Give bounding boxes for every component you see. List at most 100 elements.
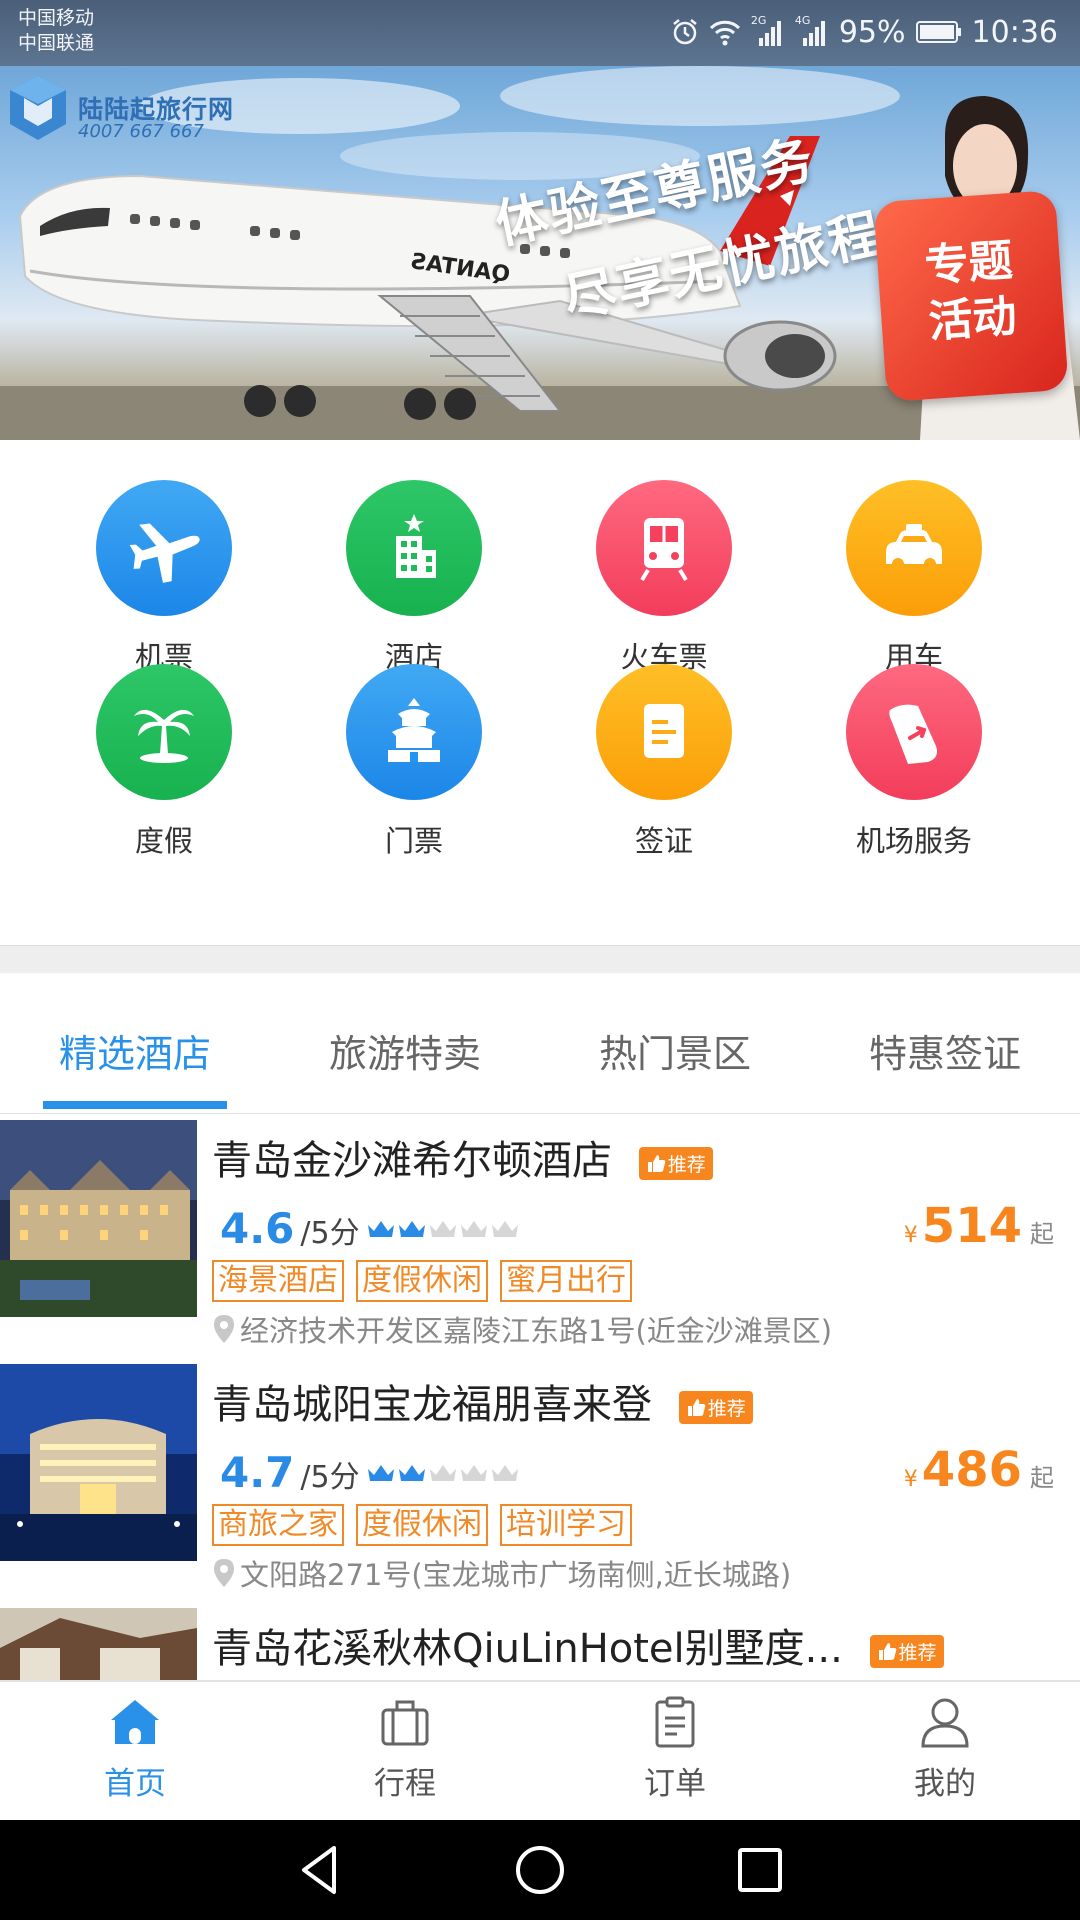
- nav-label: 首页: [104, 1766, 166, 1802]
- category-train[interactable]: 火车票: [539, 440, 789, 674]
- special-topic-badge[interactable]: 专题 活动: [873, 189, 1069, 403]
- tab-featured-hotels[interactable]: 精选酒店: [0, 1023, 270, 1078]
- train-icon: [596, 480, 732, 616]
- hotel-tags: 海景酒店 度假休闲 蜜月出行: [212, 1260, 632, 1302]
- battery-icon: [915, 21, 961, 43]
- address-text: 经济技术开发区嘉陵江东路1号(近金沙滩景区): [240, 1314, 833, 1348]
- crown-icon: [398, 1464, 425, 1481]
- hotel-tags: 商旅之家 度假休闲 培训学习: [212, 1504, 632, 1546]
- recent-apps-icon[interactable]: [730, 1840, 790, 1900]
- active-tab-indicator: [43, 1101, 227, 1109]
- crown-icon: [491, 1220, 518, 1237]
- airport-service-icon: [846, 664, 982, 800]
- tab-popular-attractions[interactable]: 热门景区: [540, 1023, 810, 1078]
- nav-home[interactable]: 首页: [0, 1696, 270, 1803]
- category-label: 签证: [634, 824, 693, 858]
- carrier-info: 中国移动 中国联通: [18, 6, 94, 56]
- nav-itinerary[interactable]: 行程: [270, 1696, 540, 1803]
- crown-icon: [460, 1464, 487, 1481]
- hotel-tag: 度假休闲: [356, 1504, 488, 1546]
- crown-icon: [367, 1220, 394, 1237]
- hotel-name: 青岛花溪秋林QiuLinHotel别墅度... 推荐: [212, 1616, 944, 1674]
- category-label: 度假: [134, 824, 193, 858]
- profile-icon: [921, 1698, 969, 1748]
- crown-icon: [460, 1220, 487, 1237]
- rating-scale: /5分: [300, 1460, 360, 1495]
- hotel-price: ¥ 486 起: [904, 1442, 1054, 1498]
- recommend-label: 推荐: [707, 1397, 746, 1420]
- hotel-photo: [0, 1608, 197, 1680]
- nav-label: 订单: [644, 1766, 706, 1802]
- home-circle-icon[interactable]: [510, 1840, 570, 1900]
- signal-4g-icon: 4G: [795, 14, 829, 46]
- recommend-label: 推荐: [898, 1641, 937, 1664]
- category-car[interactable]: 用车: [789, 440, 1039, 674]
- thumbs-up-icon: [687, 1399, 706, 1416]
- crown-icon: [491, 1464, 518, 1481]
- back-icon[interactable]: [290, 1840, 350, 1900]
- category-vacation[interactable]: 度假: [39, 624, 289, 858]
- carrier-2: 中国联通: [18, 32, 95, 54]
- visa-icon: [596, 664, 732, 800]
- crown-icon: [429, 1464, 456, 1481]
- hotel-tag: 蜜月出行: [500, 1260, 632, 1302]
- nav-label: 我的: [914, 1766, 976, 1802]
- hotel-rating: 4.6 /5分: [220, 1204, 520, 1253]
- category-flights[interactable]: 机票: [39, 440, 289, 674]
- category-tickets[interactable]: 门票: [289, 624, 539, 858]
- category-label: 门票: [384, 824, 443, 858]
- thumbs-up-icon: [647, 1155, 666, 1172]
- order-icon: [655, 1696, 695, 1748]
- hotel-item[interactable]: 青岛花溪秋林QiuLinHotel别墅度... 推荐: [0, 1602, 1080, 1680]
- promo-banner[interactable]: 陆陆起旅行网 4007 667 667 QANTAS 体验至尊服务 尽享无忧旅程…: [0, 66, 1080, 440]
- carrier-1: 中国移动: [18, 7, 95, 29]
- home-icon: [111, 1700, 159, 1744]
- nav-label: 行程: [374, 1766, 436, 1802]
- category-airport-service[interactable]: 机场服务: [789, 624, 1039, 858]
- section-divider: [0, 945, 1080, 974]
- featured-tabs: 精选酒店 旅游特卖 热门景区 特惠签证: [0, 973, 1080, 1114]
- status-bar: 中国移动 中国联通 2G 4G 95% 10:36: [0, 0, 1080, 66]
- crown-icon: [367, 1464, 394, 1481]
- tab-travel-deals[interactable]: 旅游特卖: [270, 1023, 540, 1078]
- badge-line-2: 活动: [926, 290, 1019, 348]
- palm-tree-icon: [96, 664, 232, 800]
- hotel-name-text: 青岛花溪秋林QiuLinHotel别墅度...: [212, 1626, 843, 1672]
- recommend-badge: 推荐: [638, 1146, 713, 1180]
- nav-profile[interactable]: 我的: [810, 1696, 1080, 1803]
- crown-icon: [429, 1220, 456, 1237]
- rating-scale: /5分: [300, 1216, 360, 1251]
- status-icons: 2G 4G 95% 10:36: [671, 12, 1058, 52]
- hotel-rating: 4.7 /5分: [220, 1448, 520, 1497]
- crown-rating: [366, 1461, 520, 1485]
- tab-visa-deals[interactable]: 特惠签证: [810, 1023, 1080, 1078]
- hotel-name-text: 青岛城阳宝龙福朋喜来登: [212, 1382, 652, 1428]
- price-value: 514: [921, 1198, 1022, 1254]
- category-label: 机场服务: [855, 824, 972, 858]
- rating-score: 4.7: [220, 1448, 295, 1497]
- recommend-badge: 推荐: [869, 1634, 944, 1668]
- suitcase-icon: [381, 1700, 429, 1746]
- recommend-label: 推荐: [667, 1153, 706, 1176]
- hotel-item[interactable]: 青岛城阳宝龙福朋喜来登 推荐 4.7 /5分 ¥ 486 起 商旅之家 度假休闲…: [0, 1358, 1080, 1602]
- category-hotel[interactable]: 酒店: [289, 440, 539, 674]
- hotel-tag: 培训学习: [500, 1504, 632, 1546]
- temple-icon: [346, 664, 482, 800]
- price-currency: ¥: [903, 1223, 918, 1248]
- hotel-photo: [0, 1120, 197, 1317]
- nav-orders[interactable]: 订单: [540, 1696, 810, 1803]
- category-visa[interactable]: 签证: [539, 624, 789, 858]
- airplane-icon: [96, 480, 232, 616]
- location-pin-icon: [214, 1559, 234, 1587]
- hotel-name: 青岛城阳宝龙福朋喜来登 推荐: [212, 1372, 753, 1430]
- system-navigation-bar: [0, 1820, 1080, 1920]
- alarm-icon: [673, 19, 697, 45]
- price-value: 486: [921, 1442, 1022, 1498]
- clock: 10:36: [971, 14, 1058, 50]
- hotel-address: 文阳路271号(宝龙城市广场南侧,近长城路): [212, 1552, 791, 1594]
- battery-percent: 95%: [838, 14, 906, 50]
- rating-score: 4.6: [220, 1204, 295, 1253]
- hotel-photo: [0, 1364, 197, 1561]
- recommend-badge: 推荐: [678, 1390, 753, 1424]
- hotel-item[interactable]: 青岛金沙滩希尔顿酒店 推荐 4.6 /5分 ¥ 514 起 海景酒店 度假休闲 …: [0, 1114, 1080, 1358]
